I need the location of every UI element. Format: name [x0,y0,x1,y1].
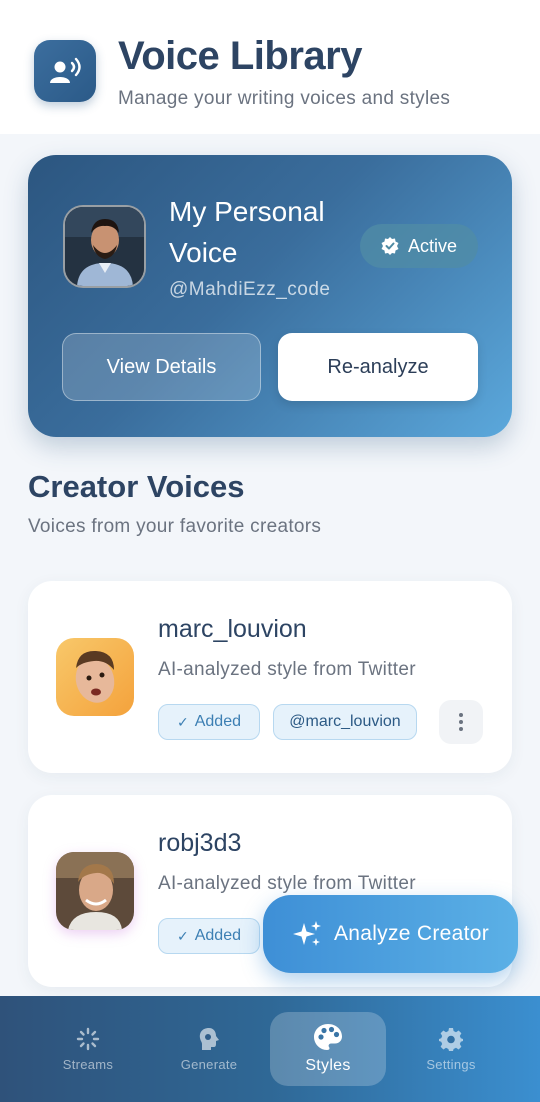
creator-card[interactable]: marc_louvion AI-analyzed style from Twit… [28,581,512,773]
reanalyze-button[interactable]: Re-analyze [278,333,478,401]
page-title: Voice Library [118,34,362,78]
personal-voice-card: My Personal Voice @MahdiEzz_code Active … [28,155,512,437]
voice-person-icon [34,40,96,102]
gear-icon [439,1027,463,1051]
bottom-nav: Streams Generate Styles Settings [0,996,540,1102]
status-label: Active [407,235,458,256]
added-label: Added [194,927,241,944]
section-subtitle: Voices from your favorite creators [28,516,322,537]
personal-voice-name: My Personal Voice [169,196,325,268]
status-badge: Active [360,224,478,268]
check-badge-icon [381,237,399,255]
avatar [56,638,134,716]
page-subtitle: Manage your writing voices and styles [118,88,451,109]
added-chip: ✓ Added [158,704,260,740]
nav-label: Styles [305,1057,351,1074]
streams-icon [76,1027,100,1050]
nav-label: Streams [62,1056,114,1072]
palette-icon [314,1024,342,1050]
brain-icon [199,1027,219,1050]
avatar [56,852,134,930]
creator-name: robj3d3 [158,829,242,857]
added-label: Added [194,713,241,730]
handle-chip[interactable]: @marc_louvion [273,704,417,740]
creator-description: AI-analyzed style from Twitter [158,659,416,680]
view-details-button[interactable]: View Details [62,333,261,401]
app-header: Voice Library Manage your writing voices… [0,0,540,134]
nav-item-styles[interactable]: Styles [270,1012,386,1086]
check-icon: ✓ [177,713,189,730]
nav-label: Generate [180,1056,238,1072]
nav-item-settings[interactable]: Settings [393,1012,509,1086]
nav-item-streams[interactable]: Streams [30,1012,146,1086]
creator-name: marc_louvion [158,615,307,643]
analyze-creator-button[interactable]: Analyze Creator [263,895,518,973]
more-options-button[interactable] [439,700,483,744]
section-title: Creator Voices [28,469,245,504]
check-icon: ✓ [177,927,189,944]
nav-label: Settings [426,1056,476,1072]
added-chip: ✓ Added [158,918,260,954]
avatar [63,205,146,288]
nav-item-generate[interactable]: Generate [151,1012,267,1086]
more-vertical-icon [459,713,463,731]
analyze-creator-label: Analyze Creator [333,922,490,945]
sparkles-icon [292,921,321,946]
personal-voice-handle: @MahdiEzz_code [169,279,331,300]
creator-description: AI-analyzed style from Twitter [158,873,416,894]
